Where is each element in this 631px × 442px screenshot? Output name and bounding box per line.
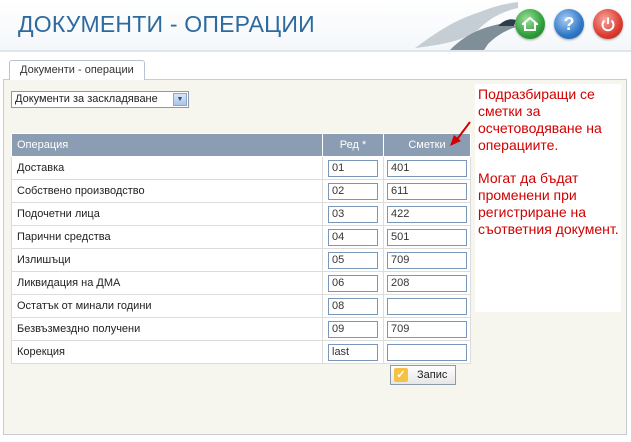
- order-input[interactable]: 09: [328, 320, 378, 338]
- order-input[interactable]: 08: [328, 297, 378, 315]
- account-input[interactable]: 501: [387, 228, 467, 246]
- table-row: Безвъзмездно получени 09 709: [11, 317, 471, 341]
- operation-name: Корекция: [11, 340, 323, 364]
- table-row: Корекция last: [11, 340, 471, 364]
- operation-name: Безвъзмездно получени: [11, 317, 323, 341]
- annotation-note: Подразбиращи се сметки за осчетоводяване…: [475, 84, 621, 312]
- table-row: Доставка 01 401: [11, 156, 471, 180]
- account-input[interactable]: 709: [387, 251, 467, 269]
- logout-button[interactable]: [593, 9, 623, 39]
- operation-name: Излишъци: [11, 248, 323, 272]
- operations-table: Операция Ред * Сметки Доставка 01 401 Со…: [11, 133, 471, 364]
- account-input[interactable]: 611: [387, 182, 467, 200]
- order-input[interactable]: 01: [328, 159, 378, 177]
- annotation-text-1: Подразбиращи се сметки за осчетоводяване…: [478, 86, 602, 153]
- annotation-arrow-icon: [450, 121, 471, 146]
- order-input[interactable]: 05: [328, 251, 378, 269]
- home-icon: [522, 16, 538, 31]
- account-input[interactable]: [387, 343, 467, 361]
- bird-logo: [415, 2, 518, 50]
- order-input[interactable]: 06: [328, 274, 378, 292]
- order-input[interactable]: 03: [328, 205, 378, 223]
- account-input[interactable]: [387, 297, 467, 315]
- table-row: Излишъци 05 709: [11, 248, 471, 272]
- account-input[interactable]: 422: [387, 205, 467, 223]
- annotation-text-2: Могат да бъдат променени при регистриран…: [478, 170, 619, 237]
- page-title: ДОКУМЕНТИ - ОПЕРАЦИИ: [18, 11, 315, 37]
- save-button[interactable]: ✓ Запис: [390, 365, 456, 385]
- document-type-value: Документи за заскладяване: [15, 93, 158, 105]
- chevron-down-icon[interactable]: ▼: [173, 93, 187, 106]
- table-row: Подочетни лица 03 422: [11, 202, 471, 226]
- operation-name: Доставка: [11, 156, 323, 180]
- power-icon: [601, 17, 615, 32]
- account-input[interactable]: 401: [387, 159, 467, 177]
- header-divider: [0, 50, 631, 52]
- operation-name: Остатък от минали години: [11, 294, 323, 318]
- operation-name: Ликвидация на ДМА: [11, 271, 323, 295]
- operation-name: Подочетни лица: [11, 202, 323, 226]
- column-header-operation: Операция: [11, 133, 323, 157]
- account-input[interactable]: 208: [387, 274, 467, 292]
- home-button[interactable]: [515, 9, 545, 39]
- order-input[interactable]: 02: [328, 182, 378, 200]
- table-row: Парични средства 04 501: [11, 225, 471, 249]
- app-header: ДОКУМЕНТИ - ОПЕРАЦИИ ?: [0, 0, 631, 50]
- help-button[interactable]: ?: [554, 9, 584, 39]
- save-label: Запис: [417, 369, 448, 381]
- table-row: Ликвидация на ДМА 06 208: [11, 271, 471, 295]
- document-type-select[interactable]: Документи за заскладяване ▼: [11, 91, 189, 108]
- table-row: Собствено производство 02 611: [11, 179, 471, 203]
- column-header-order: Ред *: [322, 133, 384, 157]
- operation-name: Парични средства: [11, 225, 323, 249]
- checkmark-icon: ✓: [394, 368, 408, 382]
- operation-name: Собствено производство: [11, 179, 323, 203]
- table-row: Остатък от минали години 08: [11, 294, 471, 318]
- order-input[interactable]: last: [328, 343, 378, 361]
- help-icon: ?: [563, 13, 575, 34]
- account-input[interactable]: 709: [387, 320, 467, 338]
- tab-documents-operations[interactable]: Документи - операции: [9, 60, 145, 80]
- order-input[interactable]: 04: [328, 228, 378, 246]
